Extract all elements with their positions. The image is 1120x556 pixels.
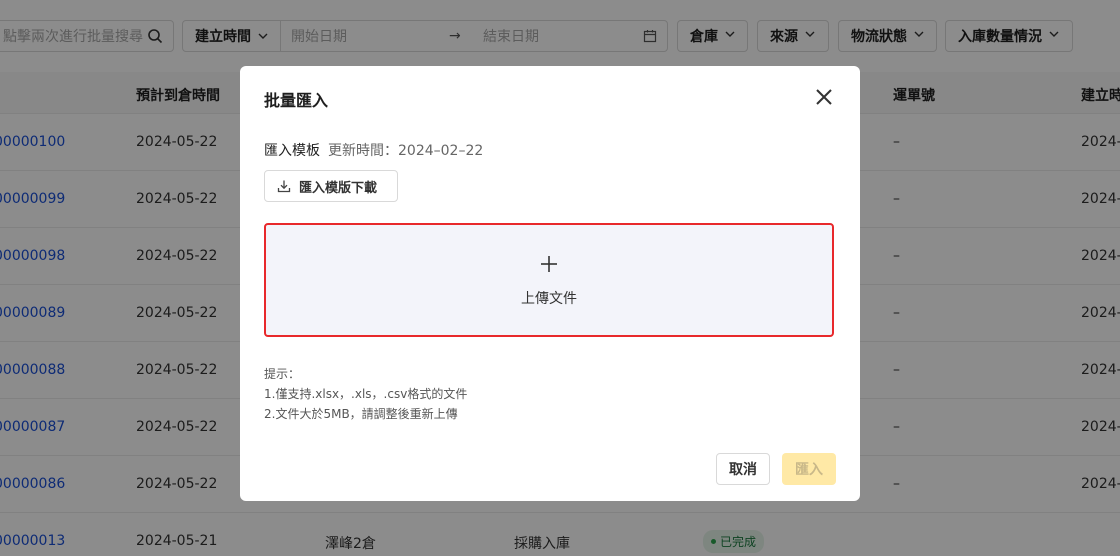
cancel-button[interactable]: 取消 (716, 453, 770, 485)
upload-dropzone[interactable]: 上傳文件 (264, 223, 834, 337)
download-icon (277, 179, 291, 193)
dialog-title: 批量匯入 (264, 91, 329, 110)
close-icon[interactable] (812, 85, 836, 109)
plus-icon (540, 255, 558, 277)
upload-label: 上傳文件 (521, 291, 577, 307)
download-template-button[interactable]: 匯入模版下載 (264, 170, 398, 202)
import-button[interactable]: 匯入 (782, 453, 836, 485)
download-template-label: 匯入模版下載 (299, 180, 378, 196)
template-info: 匯入模板 更新時間：2024–02–22 (264, 140, 483, 160)
batch-import-dialog: 批量匯入 匯入模板 更新時間：2024–02–22 匯入模版下載 上傳文件 提示：… (240, 66, 860, 501)
template-updated: 更新時間：2024–02–22 (328, 143, 484, 159)
template-label: 匯入模板 (264, 143, 320, 159)
tips-title: 提示： (264, 367, 301, 381)
tip-item: 2.文件大於5MB，請調整後重新上傳 (264, 407, 458, 421)
tip-item: 1.僅支持.xlsx，.xls，.csv格式的文件 (264, 387, 468, 401)
tips: 提示： 1.僅支持.xlsx，.xls，.csv格式的文件 2.文件大於5MB，… (264, 364, 467, 424)
